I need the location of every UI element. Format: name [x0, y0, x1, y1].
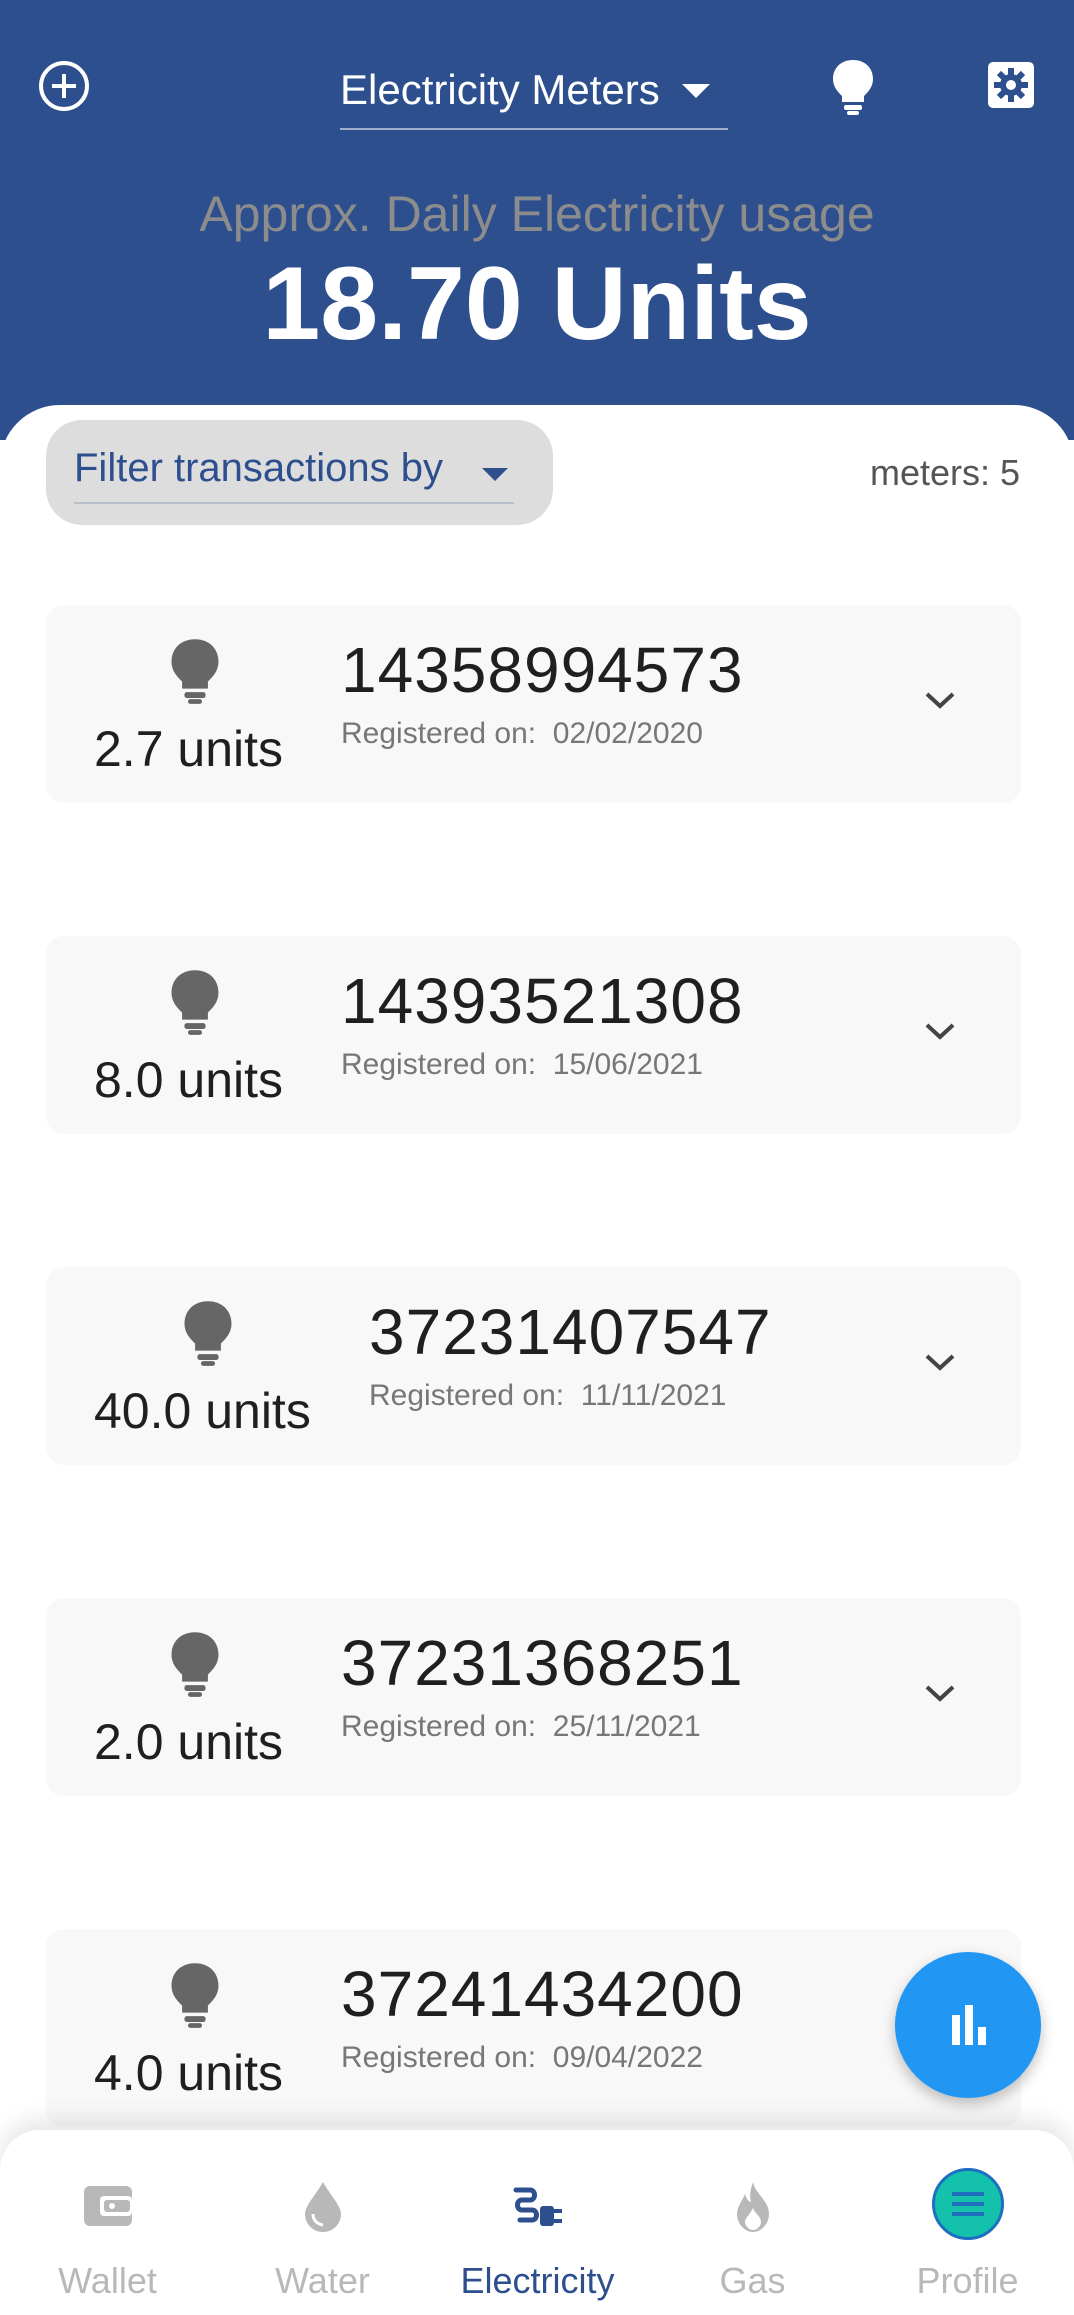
- lightbulb-icon: [833, 60, 873, 115]
- meter-card[interactable]: 8.0 units 14393521308 Registered on: 15/…: [46, 936, 1021, 1134]
- registered-label: Registered on:: [341, 717, 537, 750]
- menu-icon: [952, 2192, 984, 2216]
- nav-item-gas[interactable]: Gas: [645, 2130, 860, 2315]
- lightbulb-icon: [171, 1632, 219, 1697]
- caret-down-icon: [682, 84, 710, 98]
- nav-label-profile: Profile: [916, 2260, 1019, 2301]
- meter-units: 2.7 units: [94, 721, 284, 777]
- wallet-icon: [84, 2186, 132, 2226]
- meter-card[interactable]: 2.7 units 14358994573 Registered on: 02/…: [46, 605, 1021, 803]
- meter-number: 37231368251: [341, 1627, 744, 1699]
- meter-card[interactable]: 40.0 units 37231407547 Registered on: 11…: [46, 1267, 1021, 1465]
- registered-label: Registered on:: [369, 1379, 565, 1412]
- lightbulb-icon: [171, 1963, 219, 2028]
- nav-item-water[interactable]: Water: [215, 2130, 430, 2315]
- settings-gear-icon: [988, 62, 1034, 108]
- registered-date: 15/06/2021: [552, 1048, 703, 1081]
- meter-units: 8.0 units: [94, 1052, 284, 1108]
- registered-date: 25/11/2021: [552, 1710, 701, 1743]
- meter-units: 40.0 units: [94, 1383, 311, 1439]
- add-circle-icon: [39, 61, 89, 111]
- lightbulb-icon: [171, 639, 219, 704]
- registered-date: 11/11/2021: [580, 1379, 727, 1412]
- power-plug-icon: [513, 2187, 562, 2226]
- meter-card[interactable]: 2.0 units 37231368251 Registered on: 25/…: [46, 1598, 1021, 1796]
- water-drop-icon: [305, 2182, 341, 2232]
- bottom-navigation: Wallet Water Electricity Gas Profile: [0, 2130, 1074, 2315]
- nav-item-electricity[interactable]: Electricity: [430, 2130, 645, 2315]
- lightbulb-icon: [184, 1301, 232, 1366]
- header: Electricity Meters Approx. Daily Electri…: [0, 0, 1074, 440]
- meter-registered: Registered on: 15/06/2021: [341, 1048, 703, 1082]
- filter-underline: [74, 502, 514, 504]
- filter-transactions-dropdown[interactable]: Filter transactions by: [46, 420, 553, 525]
- nav-label-water: Water: [275, 2260, 370, 2301]
- tips-button[interactable]: [830, 58, 876, 116]
- meter-registered: Registered on: 09/04/2022: [341, 2041, 703, 2075]
- add-meter-button[interactable]: [38, 60, 90, 112]
- meter-registered: Registered on: 25/11/2021: [341, 1710, 701, 1744]
- caret-down-icon: [482, 468, 508, 481]
- chevron-down-icon[interactable]: [921, 1018, 959, 1044]
- meter-registered: Registered on: 02/02/2020: [341, 717, 703, 751]
- nav-label-wallet: Wallet: [58, 2260, 157, 2301]
- profile-avatar: [932, 2168, 1004, 2240]
- meter-number: 37241434200: [341, 1958, 744, 2030]
- registered-label: Registered on:: [341, 2041, 537, 2074]
- settings-button[interactable]: [986, 60, 1036, 110]
- bar-chart-icon: [952, 2005, 986, 2045]
- meter-type-dropdown[interactable]: Electricity Meters: [340, 60, 728, 130]
- meter-number: 37231407547: [369, 1296, 772, 1368]
- daily-usage-value: 18.70 Units: [262, 246, 812, 362]
- lightbulb-icon: [171, 970, 219, 1035]
- usage-caption: Approx. Daily Electricity usage: [199, 186, 875, 242]
- nav-label-electricity: Electricity: [460, 2260, 615, 2301]
- statistics-fab[interactable]: [895, 1952, 1041, 2098]
- meter-number: 14358994573: [341, 634, 744, 706]
- registered-label: Registered on:: [341, 1048, 537, 1081]
- registered-date: 02/02/2020: [552, 717, 703, 750]
- nav-label-gas: Gas: [719, 2260, 786, 2301]
- meter-type-label: Electricity Meters: [340, 66, 660, 113]
- meter-count: meters: 5: [869, 452, 1020, 493]
- meter-card[interactable]: 4.0 units 37241434200 Registered on: 09/…: [46, 1929, 1021, 2127]
- nav-item-profile[interactable]: Profile: [860, 2130, 1074, 2315]
- nav-item-wallet[interactable]: Wallet: [0, 2130, 215, 2315]
- meter-units: 4.0 units: [94, 2045, 284, 2101]
- chevron-down-icon[interactable]: [921, 1680, 959, 1706]
- meter-number: 14393521308: [341, 965, 744, 1037]
- meter-registered: Registered on: 11/11/2021: [369, 1379, 727, 1413]
- filter-label: Filter transactions by: [74, 446, 444, 490]
- registered-date: 09/04/2022: [552, 2041, 703, 2074]
- registered-label: Registered on:: [341, 1710, 537, 1743]
- chevron-down-icon[interactable]: [921, 687, 959, 713]
- meter-units: 2.0 units: [94, 1714, 284, 1770]
- flame-icon: [737, 2182, 769, 2232]
- chevron-down-icon[interactable]: [921, 1349, 959, 1375]
